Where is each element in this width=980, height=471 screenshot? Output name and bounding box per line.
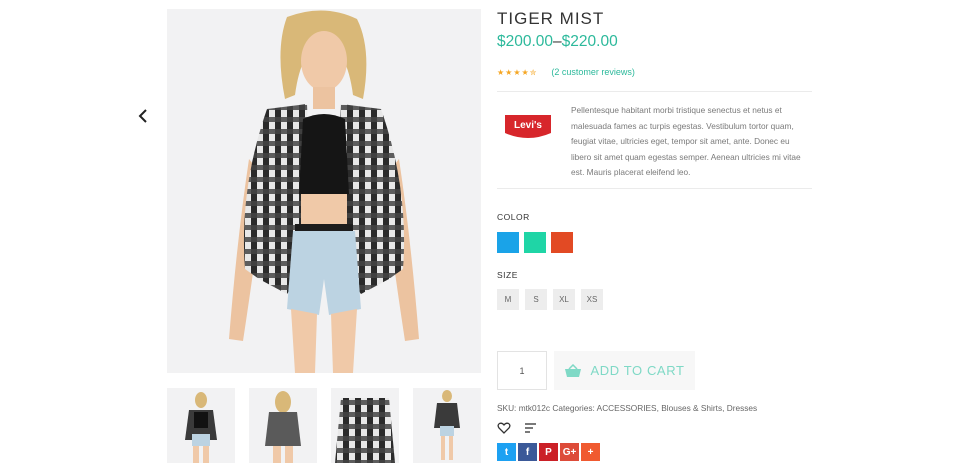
thumbnail-back-photo — [249, 388, 317, 463]
sku-label: SKU: — [497, 403, 517, 413]
thumbnail-front-photo — [167, 388, 235, 463]
product-meta: SKU: mtk012c Categories: ACCESSORIES, Bl… — [497, 403, 758, 413]
brand-logo-text: Levi's — [514, 120, 542, 131]
category-link-dresses[interactable]: Dresses — [727, 403, 757, 413]
social-share: t f P G+ + — [497, 443, 600, 461]
size-option-s[interactable]: S — [525, 289, 547, 310]
sku-value: mtk012c — [518, 403, 551, 413]
twitter-share-icon[interactable]: t — [497, 443, 516, 461]
product-title: TIGER MIST — [497, 9, 605, 28]
google-plus-share-icon[interactable]: G+ — [560, 443, 579, 461]
chevron-left-icon — [138, 109, 147, 123]
size-option-xl[interactable]: XL — [553, 289, 575, 310]
size-option-m[interactable]: M — [497, 289, 519, 310]
color-swatch-blue[interactable] — [497, 232, 519, 253]
price-min: $200.00 — [497, 33, 554, 50]
product-rating: ★★★★✮ (2 customer reviews) — [497, 67, 635, 77]
size-label: SIZE — [497, 270, 518, 280]
divider — [497, 188, 812, 189]
thumbnail-back[interactable] — [249, 388, 317, 463]
category-link-blouses-shirts[interactable]: Blouses & Shirts — [661, 403, 722, 413]
color-swatch-red[interactable] — [551, 232, 573, 253]
more-share-icon[interactable]: + — [581, 443, 600, 461]
thumbnail-full-body-photo — [413, 388, 481, 463]
customer-reviews-link[interactable]: (2 customer reviews) — [551, 67, 635, 77]
quantity-input[interactable]: 1 — [497, 351, 547, 390]
categories-label: Categories: — [552, 403, 595, 413]
thumbnail-shirt-photo — [331, 388, 399, 463]
thumbnail-strip — [167, 388, 481, 463]
price-separator: – — [553, 33, 562, 50]
divider — [497, 91, 812, 92]
add-to-cart-button[interactable]: ADD TO CART — [554, 351, 695, 390]
wishlist-heart-icon[interactable] — [497, 421, 511, 435]
color-swatch-green[interactable] — [524, 232, 546, 253]
facebook-share-icon[interactable]: f — [518, 443, 537, 461]
size-options: M S XL XS — [497, 289, 603, 310]
model-photo — [167, 9, 481, 373]
thumbnail-full-body[interactable] — [413, 388, 481, 463]
thumbnail-shirt-detail[interactable] — [331, 388, 399, 463]
previous-image-arrow[interactable] — [132, 103, 154, 129]
brand-logo[interactable]: Levi's — [503, 113, 553, 143]
main-product-image — [167, 9, 481, 373]
star-rating-icon: ★★★★✮ — [497, 67, 538, 77]
product-price: $200.00–$220.00 — [497, 33, 618, 51]
price-max: $220.00 — [561, 33, 618, 50]
levis-logo-icon: Levi's — [505, 115, 551, 138]
color-label: COLOR — [497, 212, 530, 222]
pinterest-share-icon[interactable]: P — [539, 443, 558, 461]
product-description: Pellentesque habitant morbi tristique se… — [571, 105, 801, 177]
color-swatches — [497, 232, 573, 253]
thumbnail-front[interactable] — [167, 388, 235, 463]
add-to-cart-label: ADD TO CART — [590, 363, 685, 378]
size-option-xs[interactable]: XS — [581, 289, 603, 310]
category-link-accessories[interactable]: ACCESSORIES — [597, 403, 657, 413]
compare-icon[interactable] — [524, 421, 538, 435]
basket-icon — [565, 363, 582, 377]
